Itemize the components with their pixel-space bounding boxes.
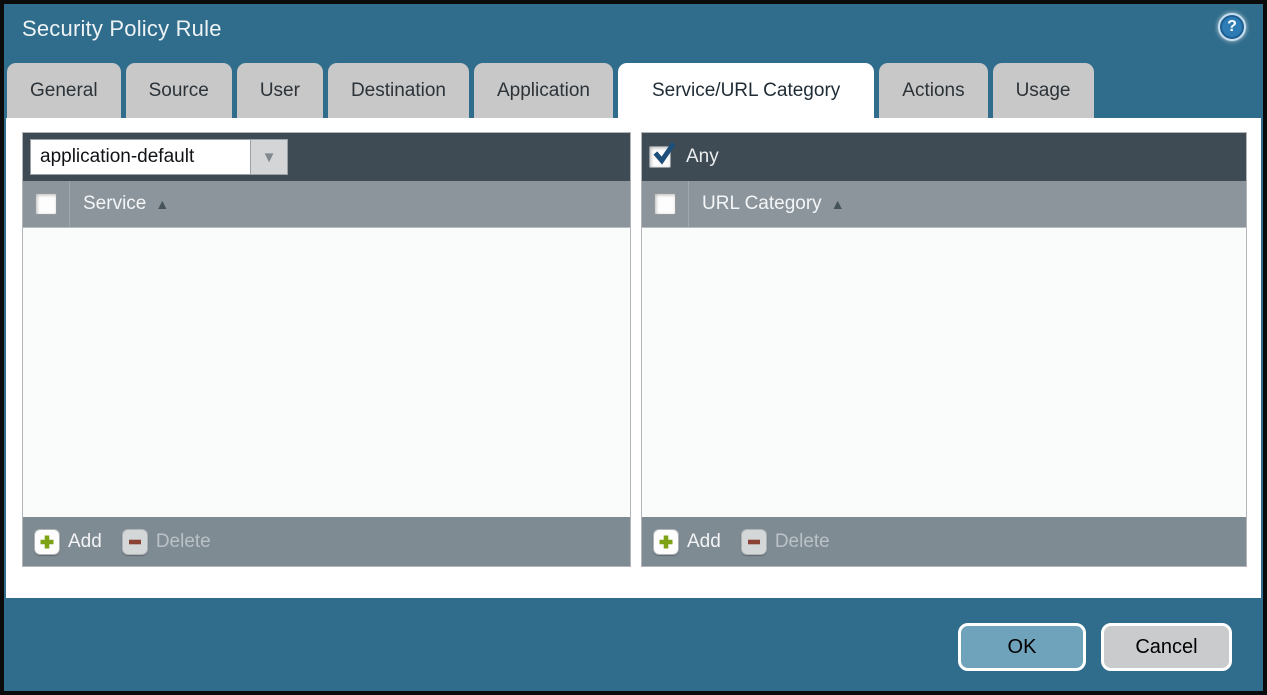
delete-icon: [122, 529, 148, 555]
tab-actions[interactable]: Actions: [879, 63, 987, 118]
add-icon[interactable]: [34, 529, 60, 555]
service-table-header: Service ▲: [23, 181, 630, 228]
tab-application[interactable]: Application: [474, 63, 613, 118]
security-policy-rule-dialog: Security Policy Rule ? General Source Us…: [0, 0, 1267, 695]
tab-usage[interactable]: Usage: [993, 63, 1094, 118]
url-category-panel: Any URL Category ▲ Add: [641, 132, 1247, 567]
tab-source[interactable]: Source: [126, 63, 232, 118]
service-select-all-cell: [23, 193, 69, 215]
service-column-header[interactable]: Service ▲: [69, 181, 169, 227]
add-icon[interactable]: [653, 529, 679, 555]
url-category-table-header: URL Category ▲: [642, 181, 1246, 228]
tab-content-area: application-default ▼ Service ▲: [6, 118, 1261, 598]
url-category-footer: Add Delete: [642, 517, 1246, 566]
url-category-toolbar: Any: [642, 133, 1246, 181]
checkmark-icon: [651, 140, 677, 166]
service-select-all-checkbox[interactable]: [35, 193, 57, 215]
url-category-select-all-cell: [642, 193, 688, 215]
help-icon[interactable]: ?: [1218, 13, 1246, 41]
url-category-column-header[interactable]: URL Category ▲: [688, 181, 845, 227]
sort-asc-icon[interactable]: ▲: [831, 196, 845, 212]
url-category-select-all-checkbox[interactable]: [654, 193, 676, 215]
tab-bar: General Source User Destination Applicat…: [7, 63, 1099, 118]
service-footer: Add Delete: [23, 517, 630, 566]
dropdown-arrow-icon[interactable]: ▼: [250, 139, 288, 175]
tab-destination[interactable]: Destination: [328, 63, 469, 118]
dialog-title: Security Policy Rule: [22, 16, 222, 42]
any-label: Any: [686, 146, 719, 168]
tab-user[interactable]: User: [237, 63, 323, 118]
ok-button[interactable]: OK: [958, 623, 1086, 671]
service-toolbar: application-default ▼: [23, 133, 630, 181]
url-category-table-body[interactable]: [642, 228, 1246, 517]
any-checkbox[interactable]: [649, 146, 671, 168]
service-type-dropdown[interactable]: application-default ▼: [30, 139, 288, 175]
service-add-button[interactable]: Add: [68, 531, 102, 553]
service-panel: application-default ▼ Service ▲: [22, 132, 631, 567]
cancel-button[interactable]: Cancel: [1101, 623, 1232, 671]
tab-general[interactable]: General: [7, 63, 121, 118]
url-category-add-button[interactable]: Add: [687, 531, 721, 553]
tab-service-url-category[interactable]: Service/URL Category: [618, 63, 874, 118]
sort-asc-icon[interactable]: ▲: [155, 196, 169, 212]
service-type-value[interactable]: application-default: [30, 139, 250, 175]
service-table-body[interactable]: [23, 228, 630, 517]
delete-icon: [741, 529, 767, 555]
url-category-delete-button: Delete: [775, 531, 830, 553]
service-delete-button: Delete: [156, 531, 211, 553]
